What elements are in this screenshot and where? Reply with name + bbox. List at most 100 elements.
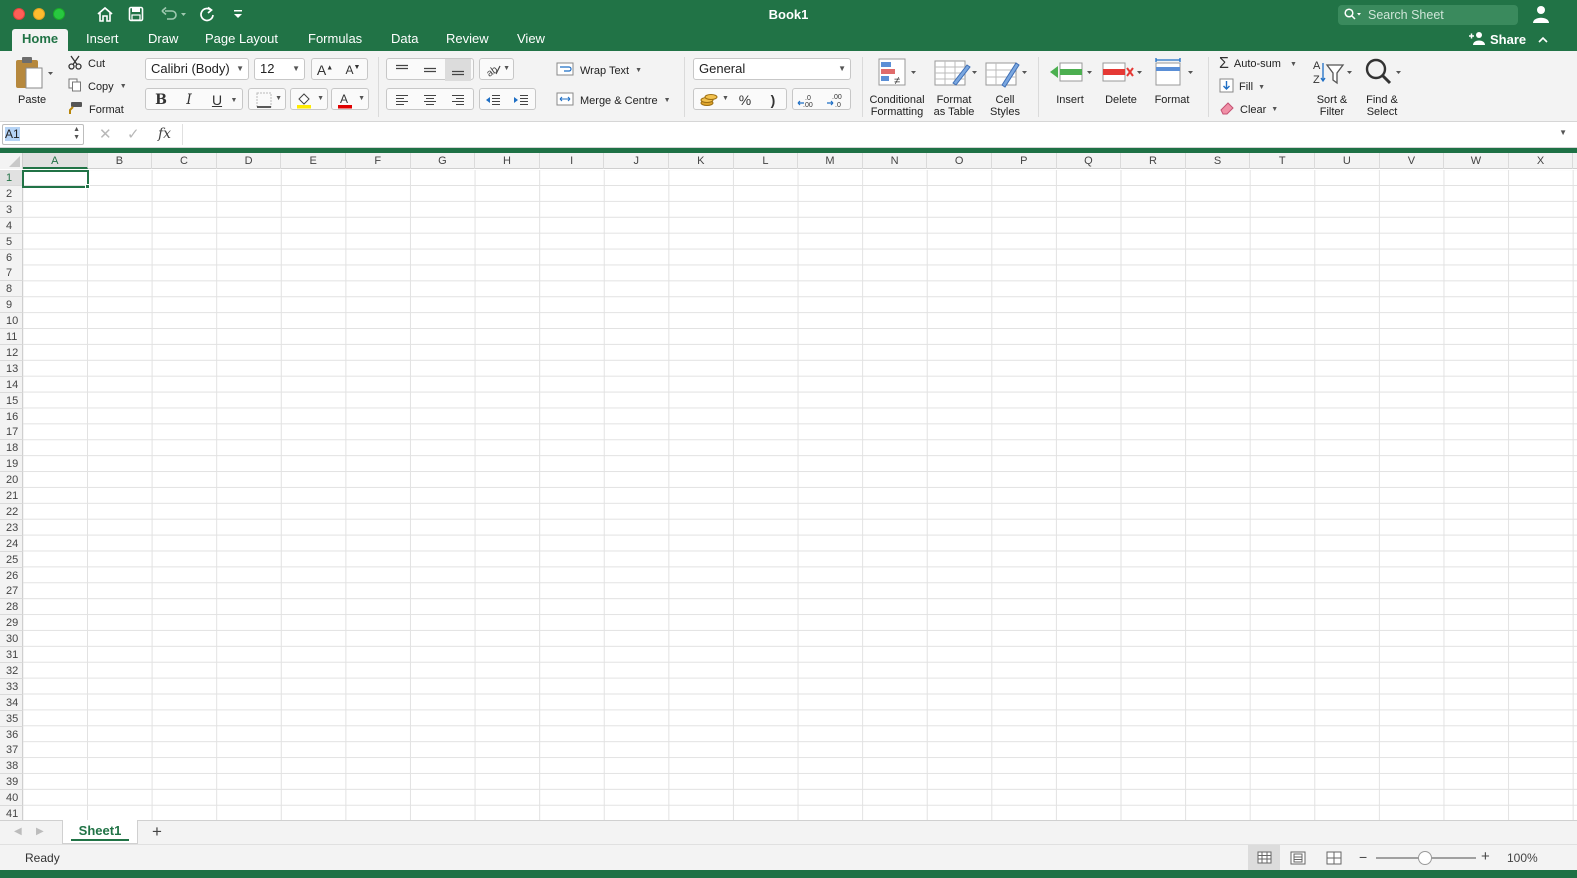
tab-view[interactable]: View: [507, 29, 555, 51]
maximize-window-button[interactable]: [53, 8, 65, 20]
fill-button[interactable]: Fill ▼: [1219, 78, 1265, 96]
column-header-c[interactable]: C: [152, 153, 217, 169]
row-header-37[interactable]: 37: [0, 742, 23, 759]
row-header-9[interactable]: 9: [0, 297, 23, 314]
row-header-12[interactable]: 12: [0, 344, 23, 361]
column-header-h[interactable]: H: [475, 153, 540, 169]
tab-review[interactable]: Review: [436, 29, 499, 51]
font-size-dropdown[interactable]: 12 ▼: [254, 58, 305, 80]
column-header-d[interactable]: D: [217, 153, 282, 169]
row-header-24[interactable]: 24: [0, 535, 23, 552]
delete-cells-button[interactable]: Delete: [1097, 57, 1145, 113]
row-header-21[interactable]: 21: [0, 488, 23, 504]
fill-handle[interactable]: [85, 184, 90, 189]
sort-filter-button[interactable]: AZ Sort & Filter: [1309, 57, 1355, 119]
column-header-e[interactable]: E: [281, 153, 346, 169]
column-header-i[interactable]: I: [540, 153, 605, 169]
column-header-n[interactable]: N: [863, 153, 928, 169]
column-header-m[interactable]: M: [798, 153, 863, 169]
share-button[interactable]: Share: [1468, 29, 1548, 51]
copy-dropdown-caret-icon[interactable]: ▼: [120, 83, 127, 90]
column-header-f[interactable]: F: [346, 153, 411, 169]
cell-area[interactable]: [23, 170, 1577, 820]
row-header-28[interactable]: 28: [0, 599, 23, 616]
align-right-icon[interactable]: [445, 89, 471, 111]
account-icon[interactable]: [1531, 4, 1551, 27]
accounting-format-icon[interactable]: [696, 89, 722, 111]
column-header-q[interactable]: Q: [1057, 153, 1122, 169]
borders-button[interactable]: ▼: [248, 88, 286, 110]
copy-button[interactable]: Copy ▼: [68, 78, 127, 95]
paste-button[interactable]: Paste: [12, 56, 56, 108]
row-header-22[interactable]: 22: [0, 503, 23, 520]
column-header-u[interactable]: U: [1315, 153, 1380, 169]
cancel-entry-icon[interactable]: ✕: [99, 125, 112, 143]
column-header-s[interactable]: S: [1186, 153, 1251, 169]
row-header-20[interactable]: 20: [0, 472, 23, 489]
name-box-stepper-icon[interactable]: ▲ ▼: [73, 126, 80, 142]
row-header-13[interactable]: 13: [0, 360, 23, 377]
active-cell[interactable]: [22, 170, 89, 188]
column-header-p[interactable]: P: [992, 153, 1057, 169]
format-cells-button[interactable]: Format: [1147, 57, 1197, 113]
percent-style-button[interactable]: %: [732, 89, 758, 111]
tab-home[interactable]: Home: [12, 29, 69, 51]
orientation-button[interactable]: ab ▼: [479, 58, 514, 80]
align-top-icon[interactable]: [389, 59, 415, 81]
accounting-dropdown-caret-icon[interactable]: ▼: [722, 95, 729, 102]
merge-centre-button[interactable]: Merge & Centre ▼: [556, 92, 671, 109]
format-as-table-button[interactable]: Format as Table: [928, 57, 980, 119]
tab-page-layout[interactable]: Page Layout: [195, 29, 288, 51]
comma-style-button[interactable]: ): [760, 89, 786, 111]
underline-dropdown-caret-icon[interactable]: ▼: [226, 89, 242, 111]
row-header-19[interactable]: 19: [0, 456, 23, 473]
font-name-dropdown[interactable]: Calibri (Body) ▼: [145, 58, 249, 80]
row-header-30[interactable]: 30: [0, 631, 23, 648]
zoom-slider-handle[interactable]: [1418, 851, 1432, 865]
tab-data[interactable]: Data: [381, 29, 428, 51]
align-middle-icon[interactable]: [417, 59, 443, 81]
customize-toolbar-icon[interactable]: [232, 4, 244, 24]
row-header-14[interactable]: 14: [0, 376, 23, 393]
row-header-11[interactable]: 11: [0, 329, 23, 345]
row-header-17[interactable]: 17: [0, 424, 23, 441]
row-header-7[interactable]: 7: [0, 265, 23, 282]
column-header-t[interactable]: T: [1250, 153, 1315, 169]
row-header-23[interactable]: 23: [0, 519, 23, 536]
scroll-sheets-right-icon[interactable]: ▶: [36, 826, 44, 837]
column-header-o[interactable]: O: [927, 153, 992, 169]
row-header-25[interactable]: 25: [0, 551, 23, 568]
scroll-sheets-left-icon[interactable]: ◀: [14, 826, 22, 837]
search-sheet-input[interactable]: Search Sheet: [1338, 5, 1518, 25]
decrease-font-size-icon[interactable]: A▼: [340, 59, 366, 81]
zoom-out-button[interactable]: −: [1359, 849, 1367, 865]
row-header-39[interactable]: 39: [0, 774, 23, 791]
row-header-32[interactable]: 32: [0, 662, 23, 679]
select-all-corner[interactable]: [0, 153, 23, 169]
confirm-entry-icon[interactable]: ✓: [127, 125, 140, 143]
column-header-x[interactable]: X: [1509, 153, 1574, 169]
row-header-35[interactable]: 35: [0, 710, 23, 727]
column-header-a[interactable]: A: [23, 153, 88, 169]
increase-font-size-icon[interactable]: A▲: [312, 59, 338, 81]
row-header-38[interactable]: 38: [0, 758, 23, 775]
row-header-29[interactable]: 29: [0, 615, 23, 632]
row-header-34[interactable]: 34: [0, 694, 23, 711]
tab-formulas[interactable]: Formulas: [298, 29, 372, 51]
column-header-w[interactable]: W: [1444, 153, 1509, 169]
row-header-6[interactable]: 6: [0, 249, 23, 266]
row-header-26[interactable]: 26: [0, 567, 23, 584]
align-bottom-icon[interactable]: [445, 59, 471, 81]
minimize-window-button[interactable]: [33, 8, 45, 20]
insert-cells-button[interactable]: Insert: [1045, 57, 1095, 113]
home-icon[interactable]: [95, 4, 115, 24]
align-left-icon[interactable]: [389, 89, 415, 111]
redo-icon[interactable]: [198, 4, 216, 24]
row-header-18[interactable]: 18: [0, 440, 23, 457]
page-break-view-icon[interactable]: [1326, 851, 1342, 868]
row-header-41[interactable]: 41: [0, 806, 23, 820]
column-header-j[interactable]: J: [604, 153, 669, 169]
zoom-level[interactable]: 100%: [1507, 851, 1538, 865]
tab-draw[interactable]: Draw: [138, 29, 188, 51]
undo-icon[interactable]: [158, 4, 188, 24]
